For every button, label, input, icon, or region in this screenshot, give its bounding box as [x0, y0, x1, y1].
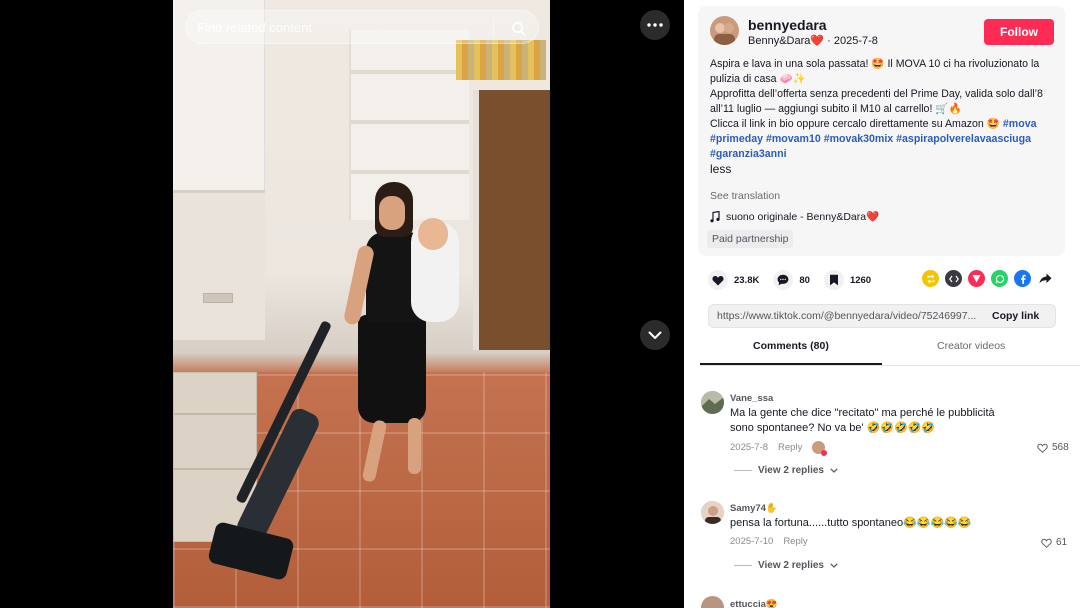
reply-button[interactable]: Reply — [783, 536, 807, 547]
search-icon[interactable] — [506, 16, 530, 40]
comment-like-button[interactable]: 61 — [1041, 537, 1067, 548]
chevron-down-icon — [830, 468, 838, 473]
comment-text-line: sono spontanee? No va be' 🤣🤣🤣🤣🤣 — [730, 422, 936, 434]
video-link-box: https://www.tiktok.com/@bennyedara/video… — [708, 304, 1056, 328]
creator-liked-avatar — [812, 441, 828, 456]
comment-tabs: Comments (80) Creator videos — [700, 340, 1080, 366]
view-replies-label: View 2 replies — [758, 465, 824, 476]
more-options-button[interactable] — [640, 10, 670, 40]
meta-separator: · — [827, 35, 834, 47]
comment-count: 80 — [799, 274, 810, 286]
comment-username[interactable]: Vane_ssa — [730, 393, 773, 404]
heart-icon — [712, 275, 724, 285]
video-stage: Find related content — [0, 0, 684, 608]
replies-line — [734, 565, 752, 566]
whatsapp-icon[interactable] — [991, 270, 1008, 287]
video-person-skirt — [358, 315, 426, 423]
hashtag-link[interactable]: #aspirapolverelavaasciuga — [896, 133, 1031, 145]
next-video-button[interactable] — [640, 320, 670, 350]
comment-username[interactable]: ettuccia😍 — [730, 599, 778, 608]
save-count: 1260 — [849, 274, 872, 286]
comment-text: pensa la fortuna......tutto spontaneo😂😂😂… — [730, 516, 972, 531]
comment-like-count: 61 — [1056, 537, 1068, 548]
view-replies-button[interactable]: View 2 replies — [734, 465, 838, 476]
search-placeholder: Find related content — [197, 19, 312, 35]
video-person-leg — [408, 418, 421, 474]
chevron-down-icon — [830, 563, 838, 568]
like-button[interactable] — [708, 270, 728, 290]
hashtag-link[interactable]: #primeday — [710, 133, 763, 145]
comment-avatar[interactable] — [701, 501, 724, 524]
video-cabinet — [173, 190, 265, 340]
replies-line — [734, 470, 752, 471]
video-baby-head — [418, 218, 448, 250]
like-count: 23.8K — [734, 274, 760, 286]
sound-title: suono originale - Benny&Dara❤️ — [726, 211, 880, 223]
send-to-friends-icon[interactable] — [968, 270, 985, 287]
video-person-face — [379, 196, 405, 230]
hashtag-row: #primeday #movam10 #movak30mix #aspirapo… — [710, 132, 1055, 147]
view-replies-button[interactable]: View 2 replies — [734, 560, 838, 571]
hashtag-link[interactable]: #mova — [1003, 118, 1037, 130]
bookmark-icon — [829, 274, 838, 286]
comment-text: Ma la gente che dice "recitato" ma perch… — [730, 406, 995, 436]
search-bar[interactable]: Find related content — [185, 10, 539, 44]
description-line-3: Clicca il link in bio oppure cercalo dir… — [710, 117, 1055, 132]
video-link-input[interactable]: https://www.tiktok.com/@bennyedara/video… — [709, 310, 984, 322]
author-meta: Benny&Dara❤️ · 2025-7-8 — [748, 34, 878, 47]
engagement-bar: 23.8K 80 1260 — [708, 268, 885, 292]
more-dots-icon — [647, 23, 663, 27]
view-replies-label: View 2 replies — [758, 560, 824, 571]
tab-comments[interactable]: Comments (80) — [753, 340, 829, 352]
embed-icon[interactable] — [945, 270, 962, 287]
video-description: Aspira e lava in una sola passata! 🤩 Il … — [710, 57, 1055, 162]
share-row — [922, 270, 1054, 287]
facebook-icon[interactable] — [1014, 270, 1031, 287]
comment-like-count: 568 — [1052, 442, 1069, 453]
active-tab-indicator — [700, 363, 882, 365]
comment-button[interactable] — [773, 270, 794, 290]
comment-date: 2025-7-10 — [730, 536, 774, 547]
chevron-down-icon — [648, 331, 662, 339]
comment-text-line: pensa la fortuna......tutto spontaneo😂😂😂… — [730, 517, 972, 529]
comment-text-line: Ma la gente che dice "recitato" ma perch… — [730, 407, 995, 419]
author-display-name: Benny&Dara❤️ — [748, 35, 825, 47]
description-line-1: Aspira e lava in una sola passata! 🤩 Il … — [710, 58, 1040, 85]
reply-button[interactable]: Reply — [778, 442, 802, 453]
heart-outline-icon — [1037, 443, 1048, 453]
tab-creator-videos[interactable]: Creator videos — [937, 340, 1005, 352]
post-date: 2025-7-8 — [833, 35, 878, 47]
music-note-icon — [710, 210, 720, 222]
hashtag-link[interactable]: #garanzia3anni — [710, 148, 787, 160]
comment-icon — [777, 274, 789, 286]
comment-meta: 2025-7-8 Reply — [730, 441, 828, 456]
sound-link[interactable]: suono originale - Benny&Dara❤️ — [710, 210, 879, 223]
description-line-3-text: Clicca il link in bio oppure cercalo dir… — [710, 118, 1000, 130]
save-button[interactable] — [823, 270, 844, 290]
author-username[interactable]: bennyedara — [748, 17, 827, 33]
less-button[interactable]: less — [710, 162, 731, 176]
share-arrow-icon[interactable] — [1037, 270, 1054, 287]
comment-date: 2025-7-8 — [730, 442, 769, 453]
comment-avatar[interactable] — [701, 391, 724, 414]
comment-like-button[interactable]: 568 — [1037, 442, 1069, 453]
repost-icon[interactable] — [922, 270, 939, 287]
see-translation-link[interactable]: See translation — [710, 190, 780, 202]
video-doorway — [473, 90, 550, 350]
comment-meta: 2025-7-10 Reply — [730, 536, 808, 547]
hashtag-link[interactable]: #movak30mix — [824, 133, 894, 145]
copy-link-button[interactable]: Copy link — [984, 310, 1039, 322]
app-root: Find related content bennyedara Benny&Da… — [0, 0, 1080, 608]
author-avatar[interactable] — [710, 16, 739, 45]
heart-outline-icon — [1041, 538, 1052, 548]
comment-username[interactable]: Samy74✋ — [730, 503, 778, 514]
description-line-2: Approfitta dell’offerta senza precedenti… — [710, 88, 1043, 115]
paid-partnership-badge: Paid partnership — [707, 230, 794, 248]
video-player[interactable] — [173, 0, 550, 608]
hashtag-link[interactable]: #movam10 — [766, 133, 821, 145]
video-books — [456, 40, 546, 80]
search-divider — [493, 19, 494, 37]
hashtag-row-2: #garanzia3anni — [710, 147, 1055, 162]
follow-button[interactable]: Follow — [984, 19, 1054, 45]
